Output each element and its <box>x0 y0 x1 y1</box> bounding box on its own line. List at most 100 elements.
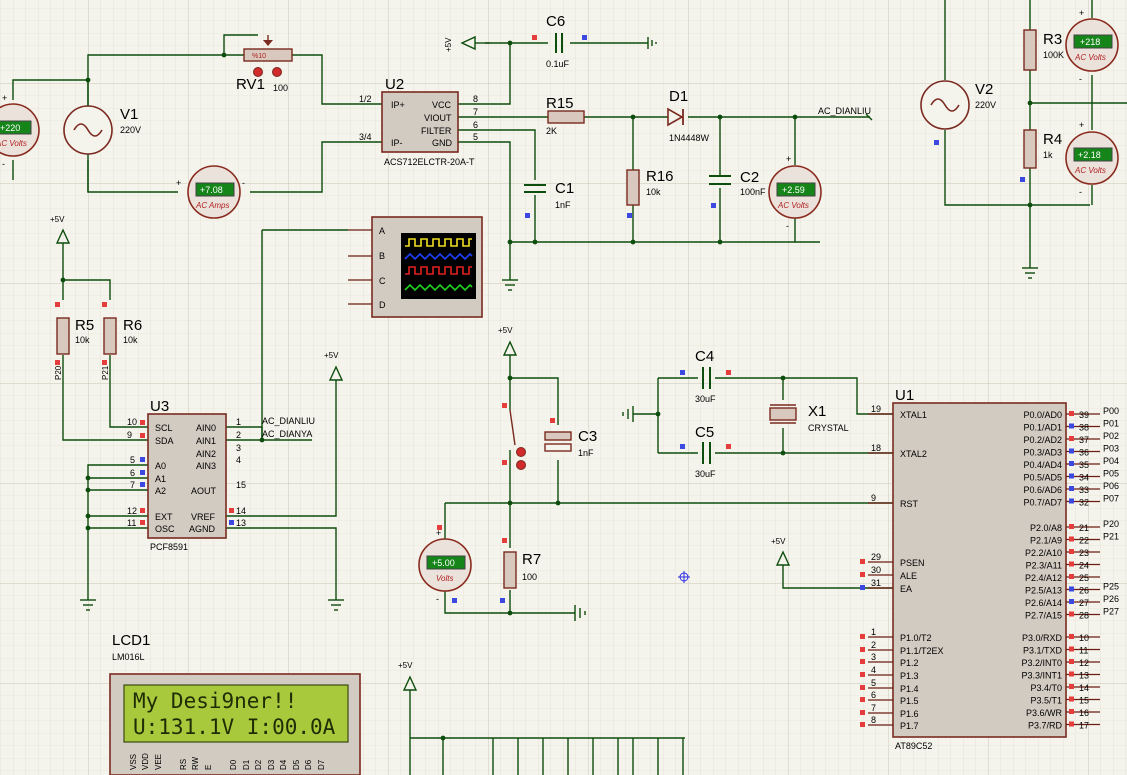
svg-text:AIN2: AIN2 <box>196 449 216 459</box>
u1-pin-number: 14 <box>1079 683 1089 693</box>
u1-pin-number: 38 <box>1079 423 1089 433</box>
svg-text:3: 3 <box>236 443 241 453</box>
svg-text:AC Volts: AC Volts <box>0 139 27 148</box>
svg-text:100: 100 <box>273 83 288 93</box>
svg-text:5: 5 <box>130 455 135 465</box>
svg-text:C4: C4 <box>695 348 714 365</box>
svg-text:U3: U3 <box>150 398 169 415</box>
u1-pin-number: 37 <box>1079 435 1089 445</box>
net-label: P27 <box>1103 607 1119 617</box>
ic-u1-at89c52[interactable]: U1 AT89C52 XTAL119XTAL218RST9PSEN29ALE30… <box>860 387 1119 751</box>
u1-pin-number: 15 <box>1079 696 1089 706</box>
u1-pin-number: 34 <box>1079 473 1089 483</box>
svg-text:-: - <box>242 178 245 188</box>
lcd-pin-label: D4 <box>279 759 288 770</box>
svg-text:AC Volts: AC Volts <box>1074 53 1106 62</box>
net-label: P20 <box>1103 519 1119 529</box>
u1-pin-label: P3.4/T0 <box>1030 683 1062 693</box>
svg-text:OSC: OSC <box>155 524 175 534</box>
u1-pin-number: 36 <box>1079 448 1089 458</box>
lcd-pin-label: D3 <box>267 759 276 770</box>
net-label: P01 <box>1103 419 1119 429</box>
svg-text:5: 5 <box>473 132 478 142</box>
u1-pin-number: 22 <box>1079 536 1089 546</box>
svg-text:R5: R5 <box>75 317 94 334</box>
u1-pin-label: XTAL1 <box>900 410 927 420</box>
u1-pin-number: 33 <box>1079 485 1089 495</box>
svg-text:7: 7 <box>473 107 478 117</box>
svg-text:V2: V2 <box>975 81 993 98</box>
svg-text:-: - <box>436 594 439 604</box>
svg-text:AIN0: AIN0 <box>196 423 216 433</box>
u1-pin-label: P2.4/A12 <box>1025 573 1062 583</box>
svg-text:AT89C52: AT89C52 <box>895 741 932 751</box>
net-label: P07 <box>1103 494 1119 504</box>
svg-text:B: B <box>379 251 385 261</box>
svg-text:220V: 220V <box>120 125 141 135</box>
svg-text:VIOUT: VIOUT <box>424 113 452 123</box>
svg-text:-: - <box>786 221 789 231</box>
u1-pin-number: 31 <box>871 578 881 588</box>
svg-text:C1: C1 <box>555 180 574 197</box>
u1-pin-number: 25 <box>1079 573 1089 583</box>
u1-pin-number: 32 <box>1079 498 1089 508</box>
svg-text:+5V: +5V <box>498 326 513 335</box>
svg-text:15: 15 <box>236 480 246 490</box>
u1-pin-number: 18 <box>871 443 881 453</box>
svg-text:GND: GND <box>432 138 453 148</box>
svg-text:AIN1: AIN1 <box>196 436 216 446</box>
svg-text:A1: A1 <box>155 474 166 484</box>
lcd-pin-label: VDD <box>141 753 150 770</box>
u1-pin-number: 35 <box>1079 460 1089 470</box>
svg-text:SCL: SCL <box>155 423 173 433</box>
u1-pin-label: P0.7/AD7 <box>1023 498 1062 508</box>
svg-text:1/2: 1/2 <box>359 94 372 104</box>
svg-text:3/4: 3/4 <box>359 132 372 142</box>
svg-text:2: 2 <box>236 430 241 440</box>
svg-text:+5.00: +5.00 <box>432 558 455 568</box>
svg-text:R7: R7 <box>522 551 541 568</box>
svg-text:AIN3: AIN3 <box>196 461 216 471</box>
lcd-pin-label: E <box>204 765 213 770</box>
svg-text:AGND: AGND <box>189 524 216 534</box>
u1-pin-number: 17 <box>1079 721 1089 731</box>
svg-text:12: 12 <box>127 506 137 516</box>
svg-text:+5V: +5V <box>398 661 413 670</box>
u1-pin-label: P0.2/AD2 <box>1023 435 1062 445</box>
svg-text:+2.18: +2.18 <box>1078 150 1101 160</box>
u1-pin-label: P2.6/A14 <box>1025 598 1062 608</box>
u1-pin-number: 7 <box>871 703 876 713</box>
lcd-pin-label: VSS <box>129 754 138 770</box>
net-label-ac-dianliu: AC_DIANLIU <box>818 106 871 116</box>
svg-text:C: C <box>379 276 386 286</box>
svg-text:R4: R4 <box>1043 131 1062 148</box>
svg-text:R16: R16 <box>646 168 674 185</box>
net-label-ac-dianya: AC_DIANYA <box>262 429 312 439</box>
svg-text:-: - <box>1079 187 1082 197</box>
u1-pin-label: P2.2/A10 <box>1025 548 1062 558</box>
lcd-pin-label: RW <box>191 756 200 770</box>
u1-pin-label: EA <box>900 584 912 594</box>
net-label: P05 <box>1103 469 1119 479</box>
svg-text:30uF: 30uF <box>695 394 716 404</box>
svg-text:VCC: VCC <box>432 100 452 110</box>
u1-pin-label: P1.3 <box>900 671 919 681</box>
net-label-u3-ac-dianliu: AC_DIANLIU <box>262 416 315 426</box>
u1-pin-number: 19 <box>871 404 881 414</box>
lcd-pin-label: D2 <box>254 759 263 770</box>
svg-text:A: A <box>379 226 385 236</box>
svg-text:1nF: 1nF <box>555 200 571 210</box>
svg-text:+5V: +5V <box>771 537 786 546</box>
svg-text:U2: U2 <box>385 76 404 93</box>
svg-text:10k: 10k <box>75 335 90 345</box>
u1-pin-number: 5 <box>871 678 876 688</box>
svg-text:4: 4 <box>236 455 241 465</box>
u1-pin-number: 8 <box>871 715 876 725</box>
svg-text:X1: X1 <box>808 403 826 420</box>
lcd-pin-label: D0 <box>229 759 238 770</box>
u1-pin-number: 30 <box>871 565 881 575</box>
schematic-canvas[interactable]: +5V +5V +5V +5V +5V +5V V1 220V +220 C V… <box>0 0 1127 775</box>
u1-pin-label: P0.0/AD0 <box>1023 410 1062 420</box>
u1-pin-number: 16 <box>1079 708 1089 718</box>
u1-pin-label: P1.2 <box>900 658 919 668</box>
